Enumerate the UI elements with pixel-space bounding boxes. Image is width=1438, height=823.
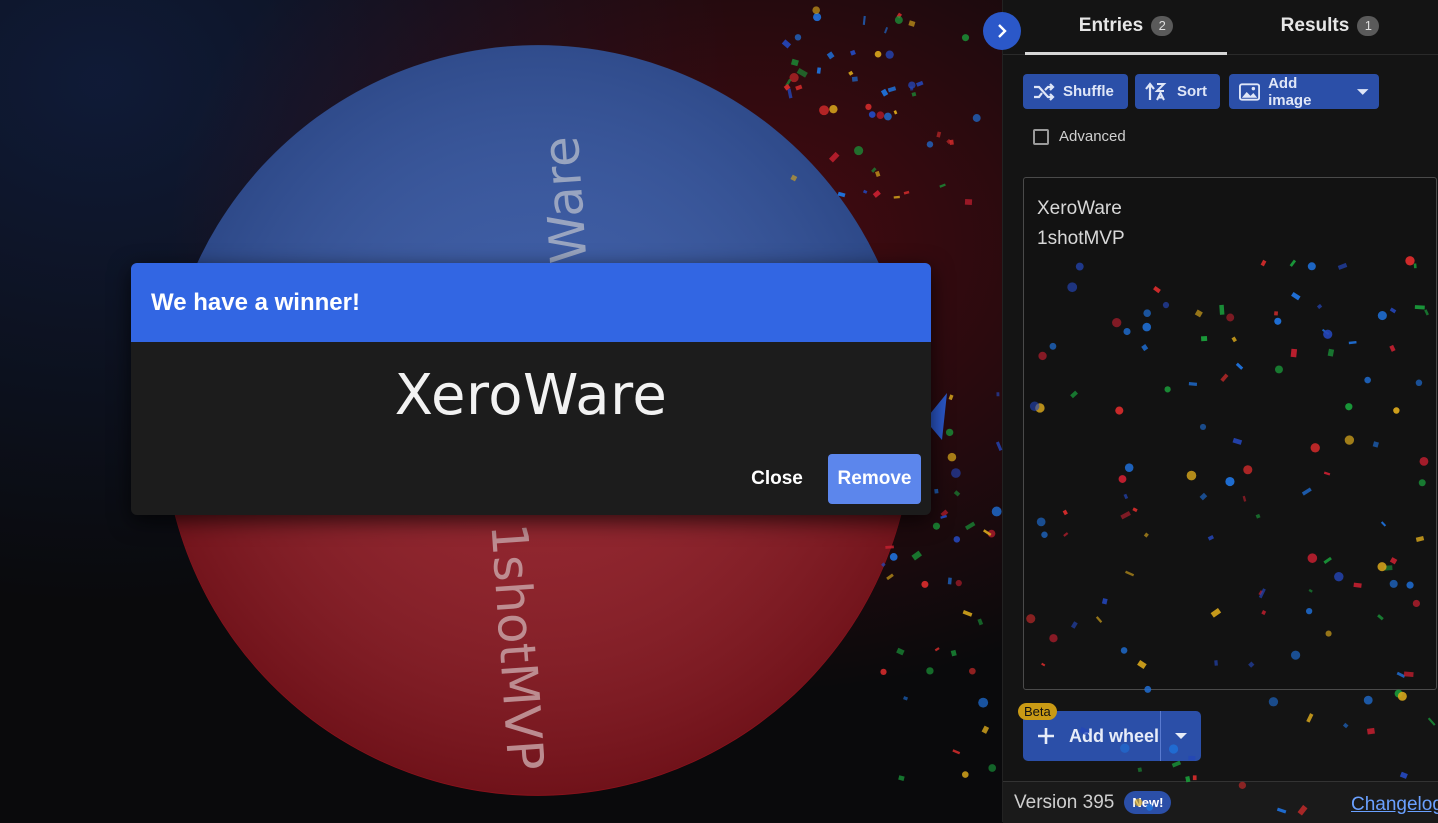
add-wheel-label: Add wheel	[1069, 725, 1160, 746]
chevron-down-icon	[1175, 733, 1187, 739]
collapse-panel-button[interactable]	[983, 12, 1021, 50]
sort-button[interactable]: Sort	[1135, 74, 1220, 109]
shuffle-label: Shuffle	[1063, 83, 1114, 100]
tab-results-label: Results	[1280, 15, 1350, 36]
footer: Version 395 New! Changelog	[1003, 781, 1438, 823]
entry-line: 1shotMVP	[1037, 228, 1125, 249]
advanced-checkbox[interactable]: Advanced	[1033, 128, 1126, 145]
entry-line: XeroWare	[1037, 198, 1122, 219]
plus-icon	[1038, 728, 1054, 744]
side-panel: Entries 2 Results 1 Shuffle Sort Add ima…	[1002, 0, 1438, 823]
changelog-link[interactable]: Changelog	[1351, 794, 1438, 816]
beta-badge: Beta	[1018, 703, 1057, 720]
shuffle-icon	[1034, 82, 1055, 101]
winner-name: XeroWare	[394, 363, 668, 428]
chevron-right-icon	[998, 24, 1007, 38]
entries-textarea[interactable]: XeroWare 1shotMVP	[1023, 177, 1437, 690]
tab-bar: Entries 2 Results 1	[1003, 0, 1438, 55]
close-button[interactable]: Close	[737, 454, 817, 504]
winner-dialog: We have a winner! XeroWare Close Remove	[131, 263, 931, 515]
tab-entries-label: Entries	[1078, 15, 1144, 36]
add-image-label: Add image	[1268, 74, 1312, 109]
sort-label: Sort	[1177, 83, 1207, 100]
shuffle-button[interactable]: Shuffle	[1023, 74, 1128, 109]
add-wheel-dropdown[interactable]	[1161, 731, 1201, 741]
remove-button[interactable]: Remove	[828, 454, 921, 504]
tab-results[interactable]: Results 1	[1225, 0, 1435, 52]
dialog-title: We have a winner!	[131, 263, 931, 342]
advanced-label: Advanced	[1059, 128, 1126, 145]
sort-icon	[1145, 81, 1167, 100]
checkbox-box[interactable]	[1033, 128, 1049, 145]
image-icon	[1239, 82, 1261, 101]
add-image-button[interactable]: Add image	[1229, 74, 1379, 109]
new-badge[interactable]: New!	[1124, 791, 1172, 814]
version-text: Version 395	[1014, 791, 1115, 813]
tab-results-count: 1	[1357, 16, 1380, 36]
tab-entries-count: 2	[1151, 16, 1174, 36]
chevron-down-icon	[1356, 88, 1369, 95]
tab-entries[interactable]: Entries 2	[1025, 0, 1227, 55]
